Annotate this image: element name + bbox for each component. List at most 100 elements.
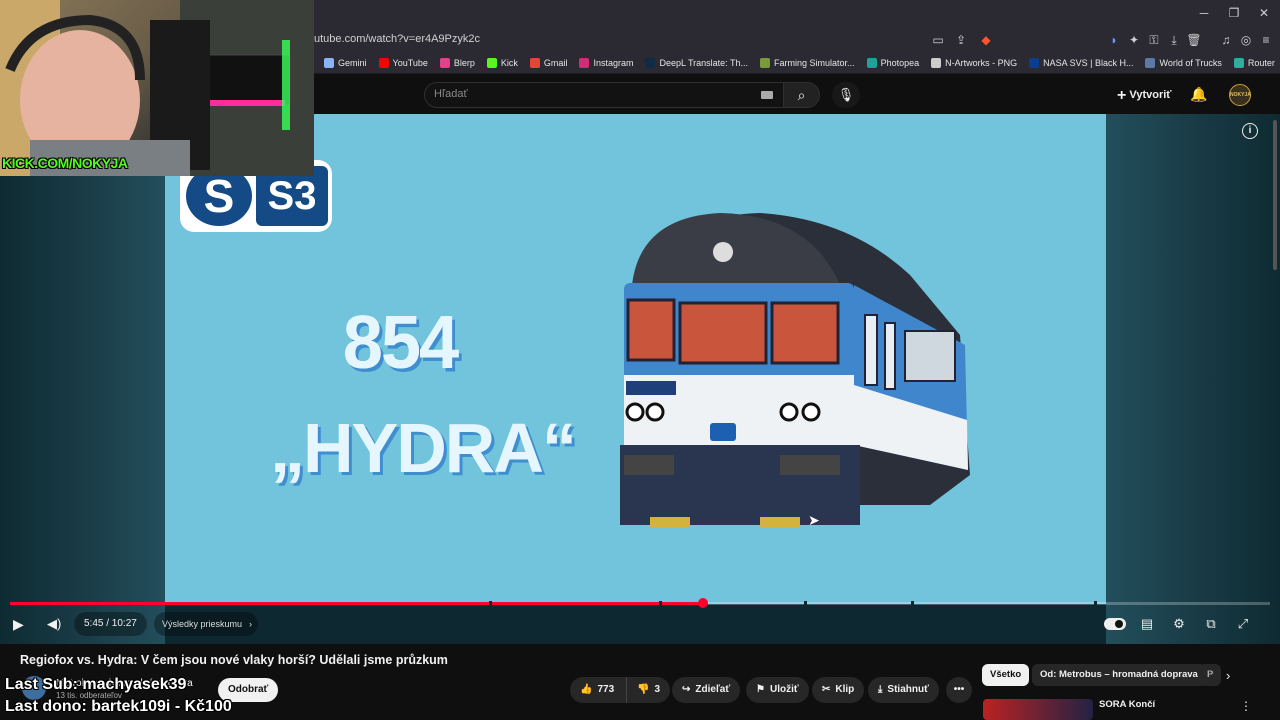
like-button[interactable]: 👍 773: [570, 677, 626, 703]
voice-search-button[interactable]: 🎙: [832, 82, 860, 108]
bookmark-label: Gemini: [338, 57, 367, 68]
chip-all[interactable]: Všetko: [982, 664, 1030, 686]
more-actions-button[interactable]: •••: [946, 677, 972, 703]
dislike-count: 3: [654, 684, 661, 695]
miniplayer-icon[interactable]: ⧉: [1202, 616, 1220, 632]
info-icon[interactable]: i: [1242, 123, 1258, 139]
trash-icon[interactable]: 🗑: [1186, 33, 1202, 47]
bookmark-item[interactable]: Kick: [486, 57, 518, 68]
bookmark-favicon-icon: [931, 57, 942, 68]
share-page-icon[interactable]: ⇪: [953, 33, 969, 47]
download-icon[interactable]: ⤓: [1166, 33, 1182, 48]
brave-shield-icon[interactable]: ◆: [978, 33, 994, 47]
chip-from-channel[interactable]: Od: Metrobus – hromadná doprava: [1032, 664, 1206, 686]
ambient-right: [1106, 114, 1280, 644]
notifications-bell-icon[interactable]: 🔔: [1190, 86, 1207, 103]
download-icon: ⤓: [878, 684, 883, 695]
menu-icon[interactable]: ≡: [1258, 33, 1274, 47]
scrubber-handle[interactable]: [698, 598, 708, 608]
thumbs-down-icon: 👎: [637, 684, 650, 695]
bookmark-item[interactable]: Blerp: [439, 57, 475, 68]
bookmark-favicon-icon: [486, 57, 497, 68]
subtitles-icon[interactable]: ▤: [1138, 616, 1156, 632]
ambient-left: [0, 114, 165, 644]
play-button[interactable]: ▶: [13, 616, 24, 633]
bookmark-favicon-icon: [1029, 57, 1040, 68]
extensions-icon[interactable]: ✦: [1126, 33, 1142, 47]
bookmark-icon: ⚑: [756, 684, 765, 695]
survey-results-button[interactable]: Výsledky prieskumu ›: [154, 612, 259, 636]
save-label: Uložiť: [769, 684, 799, 695]
minimize-icon[interactable]: ─: [1196, 6, 1212, 20]
save-button[interactable]: ⚑ Uložiť: [746, 677, 809, 703]
page-scrollbar[interactable]: [1273, 120, 1277, 270]
train-image: [620, 213, 970, 527]
streamer-webcam: [0, 0, 314, 176]
bookmark-label: Blerp: [453, 57, 475, 68]
vpn-icon[interactable]: ◎: [1238, 33, 1254, 47]
chapter-marker: [658, 601, 662, 606]
thumbs-up-icon: 👍: [580, 684, 593, 695]
create-button[interactable]: + Vytvoriť: [1117, 84, 1172, 106]
recommendation-menu-icon[interactable]: ⋮: [1240, 699, 1252, 713]
bookmark-item[interactable]: N-Artworks - PNG: [931, 57, 1018, 68]
reader-view-icon[interactable]: ▭: [930, 33, 946, 47]
share-button[interactable]: ↪ Zdieľať: [672, 677, 741, 703]
chevron-right-icon: ›: [249, 619, 253, 629]
music-icon[interactable]: ♫: [1218, 33, 1234, 47]
last-dono-overlay: Last dono: bartek109i - Kč100: [5, 698, 232, 715]
download-button[interactable]: ⤓ Stiahnuť: [868, 677, 939, 703]
bookmark-item[interactable]: Router: [1233, 57, 1275, 68]
volume-button[interactable]: ◀): [47, 616, 61, 632]
bookmark-favicon-icon: [866, 57, 877, 68]
recommendation-title[interactable]: SORA Končí: [1099, 699, 1155, 710]
bookmark-item[interactable]: Gemini: [324, 57, 367, 68]
bookmark-favicon-icon: [378, 57, 389, 68]
bookmark-favicon-icon: [439, 57, 450, 68]
passwords-icon[interactable]: ⚿: [1146, 33, 1162, 48]
user-avatar[interactable]: NOKYJA: [1229, 84, 1251, 106]
train-name-text: „HYDRA“: [270, 409, 577, 487]
video-title: Regiofox vs. Hydra: V čem jsou nové vlak…: [20, 653, 448, 667]
dislike-button[interactable]: 👎 3: [626, 677, 670, 703]
bookmark-label: NASA SVS | Black H...: [1043, 57, 1134, 68]
bookmark-item[interactable]: NASA SVS | Black H...: [1029, 57, 1134, 68]
bookmark-label: YouTube: [392, 57, 428, 68]
bookmark-item[interactable]: Instagram: [579, 57, 633, 68]
settings-gear-icon[interactable]: ⚙: [1170, 616, 1188, 632]
fullscreen-icon[interactable]: ⤢: [1234, 616, 1252, 632]
search-button[interactable]: ⌕: [784, 82, 820, 108]
bookmark-label: N-Artworks - PNG: [945, 57, 1018, 68]
search-icon: ⌕: [797, 87, 806, 103]
mouse-cursor-icon: ➤: [808, 512, 820, 528]
chapter-marker: [803, 601, 807, 606]
last-sub-overlay: Last Sub: machyasek39: [5, 676, 187, 693]
bookmark-favicon-icon: [579, 57, 590, 68]
bookmark-item[interactable]: DeepL Translate: Th...: [645, 57, 748, 68]
chip-partial[interactable]: P: [1199, 664, 1221, 686]
survey-label: Výsledky prieskumu: [162, 619, 243, 629]
bookmark-label: Photopea: [880, 57, 920, 68]
search-input[interactable]: [424, 82, 784, 108]
bookmark-item[interactable]: Farming Simulator...: [760, 57, 855, 68]
clip-label: Klip: [835, 684, 855, 695]
bookmark-item[interactable]: YouTube: [378, 57, 428, 68]
play-icon: ▶: [13, 616, 24, 632]
clip-button[interactable]: ✂ Klip: [812, 677, 865, 703]
keyboard-icon[interactable]: [761, 91, 773, 99]
chapter-marker: [910, 601, 914, 606]
bookmark-label: Kick: [500, 57, 518, 68]
search-placeholder: Hľadať: [434, 88, 468, 100]
like-count: 773: [597, 684, 615, 695]
translate-icon[interactable]: ◗: [1106, 33, 1122, 47]
close-icon[interactable]: ✕: [1256, 6, 1272, 20]
recommendation-thumbnail[interactable]: [983, 699, 1093, 720]
bookmark-item[interactable]: Photopea: [866, 57, 920, 68]
maximize-icon[interactable]: ❐: [1226, 6, 1242, 20]
bookmark-favicon-icon: [760, 57, 771, 68]
bookmark-item[interactable]: World of Trucks: [1145, 57, 1222, 68]
chevron-right-icon[interactable]: ›: [1226, 668, 1230, 683]
more-dots-icon: •••: [953, 684, 965, 695]
bookmark-item[interactable]: Gmail: [529, 57, 567, 68]
url-text[interactable]: utube.com/watch?v=er4A9Pzyk2c: [314, 33, 480, 45]
